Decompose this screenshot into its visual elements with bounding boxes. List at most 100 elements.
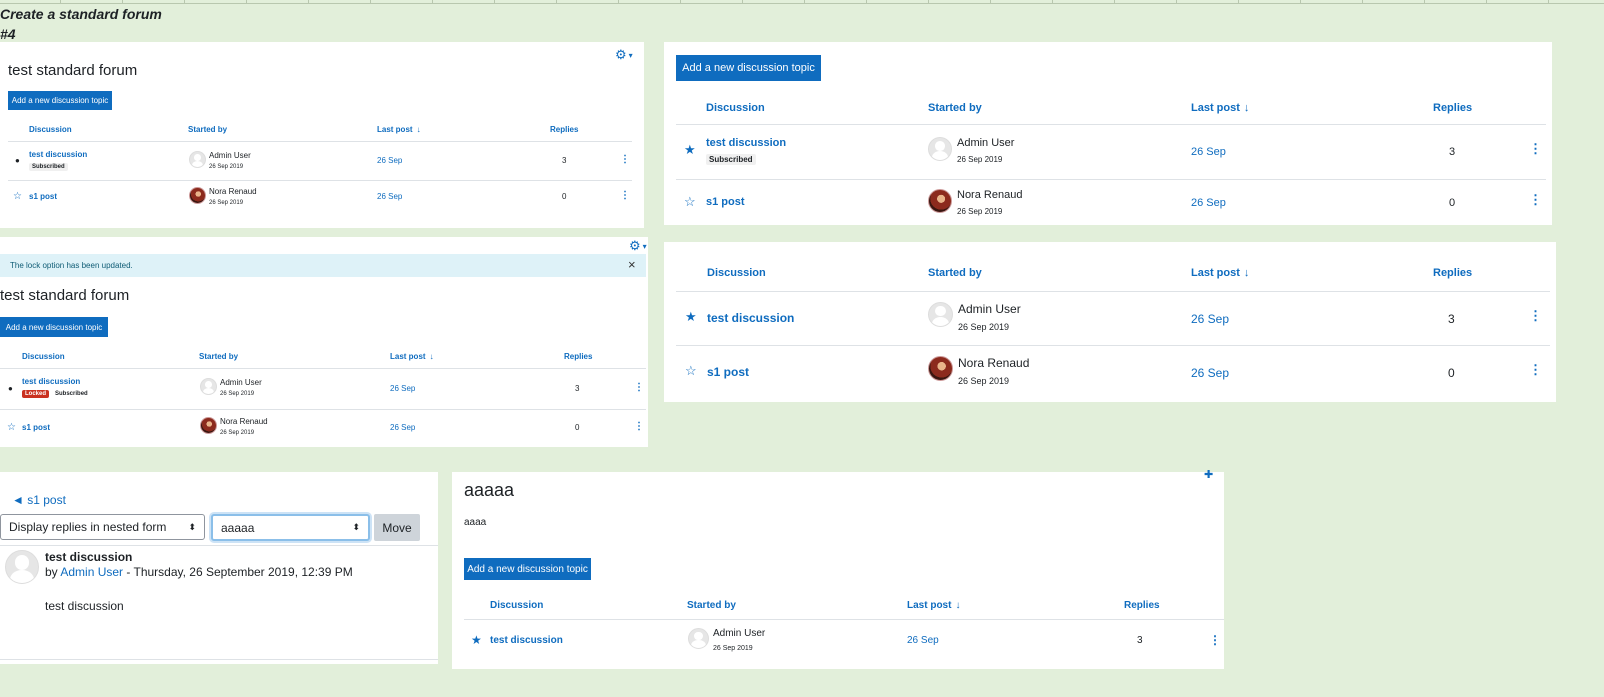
add-discussion-button[interactable]: Add a new discussion topic (8, 91, 112, 110)
discussion-link[interactable]: test discussion (490, 635, 563, 646)
add-discussion-button[interactable]: Add a new discussion topic (676, 55, 821, 81)
discussion-table: Discussion Started by Last post ↓ Replies… (676, 92, 1546, 225)
post-title: test discussion (45, 550, 133, 564)
divider (0, 659, 438, 660)
add-icon[interactable]: ✚ (1204, 468, 1213, 481)
chevron-down-icon: ▾ (628, 50, 633, 60)
kebab-menu-icon[interactable]: ⋮ (634, 382, 644, 393)
star-outline-icon[interactable]: ☆ (684, 194, 696, 210)
col-last-post[interactable]: Last post ↓ (1191, 267, 1249, 279)
star-outline-icon[interactable]: ☆ (13, 191, 22, 202)
star-outline-icon[interactable]: ☆ (7, 422, 16, 433)
col-replies[interactable]: Replies (1433, 102, 1472, 114)
author-name: Nora Renaud (209, 187, 257, 196)
last-post-link[interactable]: 26 Sep (907, 635, 939, 646)
star-filled-icon[interactable]: ★ (471, 633, 482, 647)
subscribed-badge: Subscribed (55, 391, 88, 397)
discussion-link[interactable]: test discussion (22, 377, 80, 386)
replies-count: 3 (1449, 146, 1456, 158)
discussion-table: Discussion Started by Last post ↓ Replies… (676, 256, 1550, 396)
col-started-by[interactable]: Started by (687, 600, 736, 611)
col-started-by[interactable]: Started by (928, 102, 982, 114)
avatar (928, 356, 953, 381)
col-replies[interactable]: Replies (550, 125, 578, 134)
col-started-by[interactable]: Started by (199, 352, 238, 361)
author-name: Admin User (957, 137, 1015, 149)
discussion-link[interactable]: s1 post (706, 196, 745, 208)
last-post-link[interactable]: 26 Sep (1191, 312, 1229, 326)
col-discussion[interactable]: Discussion (706, 102, 765, 114)
alert-info: The lock option has been updated. × (0, 254, 646, 277)
author-date: 26 Sep 2019 (220, 391, 255, 397)
col-last-post[interactable]: Last post ↓ (907, 600, 960, 611)
col-discussion[interactable]: Discussion (22, 352, 65, 361)
table-row: ☆ s1 post Nora Renaud 26 Sep 2019 26 Sep… (676, 346, 1550, 396)
col-replies[interactable]: Replies (1433, 267, 1472, 279)
display-mode-select[interactable]: Display replies in nested form ⬍ (0, 514, 205, 540)
col-started-by[interactable]: Started by (928, 267, 982, 279)
discussion-link[interactable]: s1 post (29, 192, 57, 201)
select-arrows-icon: ⬍ (352, 522, 360, 532)
col-last-post[interactable]: Last post ↓ (377, 125, 421, 134)
forum-panel-small: ⚙ ▾ test standard forum Add a new discuss… (0, 42, 644, 228)
post-date: - Thursday, 26 September 2019, 12:39 PM (123, 565, 353, 579)
discussion-table: Discussion Started by Last post ↓ Replies… (464, 590, 1224, 664)
col-replies[interactable]: Replies (1124, 600, 1160, 611)
col-replies[interactable]: Replies (564, 352, 592, 361)
replies-count: 3 (1448, 312, 1455, 326)
discussion-link[interactable]: s1 post (707, 365, 749, 379)
forum-panel-large: Add a new discussion topic Discussion St… (664, 42, 1552, 225)
move-target-value: aaaaa (221, 520, 255, 535)
kebab-menu-icon[interactable]: ⋮ (1529, 308, 1542, 324)
col-discussion[interactable]: Discussion (29, 125, 72, 134)
last-post-link[interactable]: 26 Sep (1191, 197, 1226, 209)
last-post-link[interactable]: 26 Sep (1191, 146, 1226, 158)
discussion-link[interactable]: test discussion (707, 311, 794, 325)
move-button[interactable]: Move (374, 514, 420, 541)
post-author-link[interactable]: Admin User (60, 565, 123, 579)
kebab-menu-icon[interactable]: ⋮ (1209, 633, 1221, 647)
move-target-select[interactable]: aaaaa ⬍ (211, 514, 370, 541)
author-name: Nora Renaud (957, 189, 1023, 201)
kebab-menu-icon[interactable]: ⋮ (620, 154, 630, 165)
last-post-link[interactable]: 26 Sep (1191, 366, 1229, 380)
kebab-menu-icon[interactable]: ⋮ (634, 421, 644, 432)
last-post-link[interactable]: 26 Sep (390, 384, 415, 393)
kebab-menu-icon[interactable]: ⋮ (1529, 362, 1542, 378)
col-discussion[interactable]: Discussion (707, 267, 766, 279)
discussion-link[interactable]: test discussion (706, 137, 786, 149)
star-filled-icon[interactable]: ★ (685, 309, 697, 325)
add-discussion-button[interactable]: Add a new discussion topic (0, 317, 108, 337)
col-last-post[interactable]: Last post ↓ (390, 352, 434, 361)
author-date: 26 Sep 2019 (957, 155, 1003, 164)
last-post-link[interactable]: 26 Sep (377, 156, 402, 165)
author-date: 26 Sep 2019 (713, 645, 753, 652)
kebab-menu-icon[interactable]: ⋮ (1529, 141, 1542, 157)
discussion-link[interactable]: s1 post (22, 423, 50, 432)
pin-icon[interactable]: ● (8, 384, 13, 393)
star-filled-icon[interactable]: ★ (684, 142, 696, 158)
add-discussion-button[interactable]: Add a new discussion topic (464, 558, 591, 580)
gear-menu[interactable]: ⚙ ▾ (629, 239, 647, 252)
author-date: 26 Sep 2019 (209, 164, 244, 170)
author-date: 26 Sep 2019 (220, 430, 255, 436)
discussion-link[interactable]: test discussion (29, 150, 87, 159)
close-icon[interactable]: × (628, 257, 636, 272)
page-title: aaaaa (464, 480, 515, 500)
star-outline-icon[interactable]: ☆ (685, 363, 697, 379)
sort-arrow-icon: ↓ (416, 125, 421, 134)
gear-icon: ⚙ (615, 47, 627, 62)
last-post-link[interactable]: 26 Sep (390, 423, 415, 432)
col-started-by[interactable]: Started by (188, 125, 227, 134)
back-link[interactable]: ◄ s1 post (12, 493, 66, 507)
pin-icon[interactable]: ● (15, 156, 20, 165)
gear-menu[interactable]: ⚙ ▾ (615, 48, 633, 61)
author-name: Admin User (209, 151, 251, 160)
kebab-menu-icon[interactable]: ⋮ (1529, 192, 1542, 208)
last-post-link[interactable]: 26 Sep (377, 192, 402, 201)
col-discussion[interactable]: Discussion (490, 600, 543, 611)
table-header: Discussion Started by Last post ↓ Replies (676, 92, 1546, 125)
kebab-menu-icon[interactable]: ⋮ (620, 190, 630, 201)
table-header: Discussion Started by Last post ↓ Replies (676, 256, 1550, 292)
col-last-post[interactable]: Last post ↓ (1191, 102, 1249, 114)
